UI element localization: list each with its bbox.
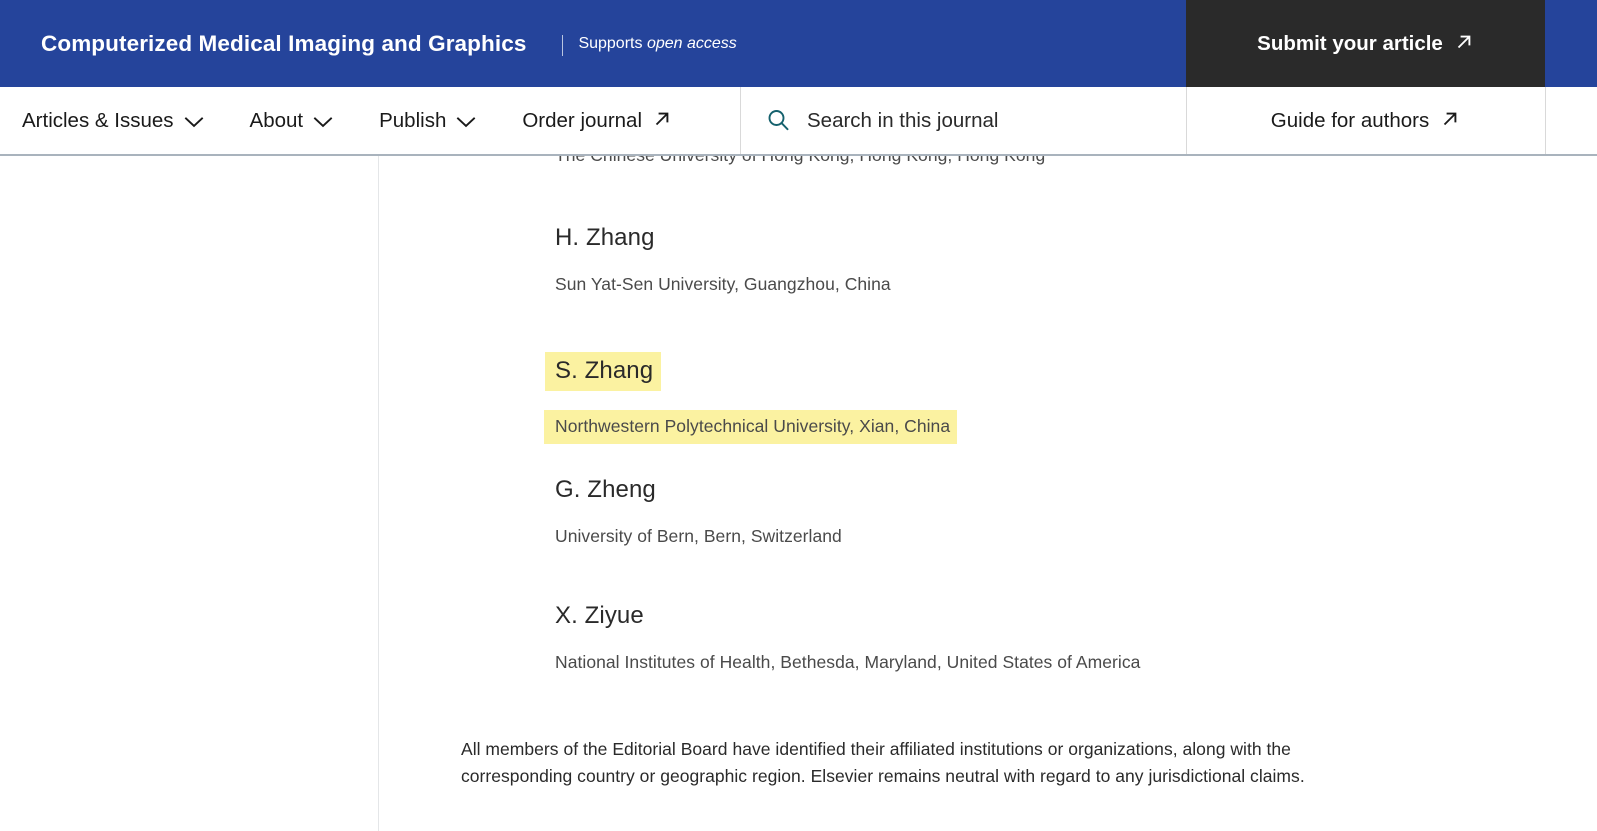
editorial-board-member: X. Ziyue National Institutes of Health, …: [555, 604, 1140, 672]
journal-search-box[interactable]: [740, 87, 1186, 154]
member-affiliation: University of Bern, Bern, Switzerland: [555, 526, 842, 546]
nav-item-label: Publish: [379, 108, 447, 132]
journal-navigation-bar: Articles & Issues About Publish Order jo…: [0, 87, 1597, 156]
header-divider: [562, 35, 564, 56]
supports-label: Supports: [578, 34, 643, 52]
editorial-board-member: H. Zhang Sun Yat-Sen University, Guangzh…: [555, 226, 891, 294]
member-affiliation: Sun Yat-Sen University, Guangzhou, China: [555, 274, 891, 294]
member-name-highlight-wrapper: S. Zhang: [545, 352, 957, 391]
editorial-board-member-highlighted: S. Zhang Northwestern Polytechnical Univ…: [544, 352, 958, 444]
guide-for-authors-label: Guide for authors: [1270, 108, 1430, 132]
member-name: G. Zheng: [555, 476, 656, 503]
arrow-up-right-icon: [1454, 32, 1474, 58]
member-name: X. Ziyue: [555, 602, 644, 629]
open-access-label: open access: [646, 34, 737, 52]
chevron-down-icon: [184, 111, 204, 135]
clipped-affiliation-text: The Chinese University of Hong Kong, Hon…: [555, 156, 1045, 166]
member-affiliation: Northwestern Polytechnical University, X…: [544, 410, 958, 444]
open-access-note: Supports open access: [578, 35, 736, 53]
submit-your-article-button[interactable]: Submit your article: [1186, 0, 1545, 87]
member-name: H. Zhang: [555, 224, 655, 251]
search-icon: [766, 108, 791, 133]
nav-item-order-journal[interactable]: Order journal: [522, 87, 672, 154]
nav-divider-far-right: [1545, 87, 1546, 154]
member-affiliation-highlight-wrapper: Northwestern Polytechnical University, X…: [544, 410, 958, 444]
editorial-board-member: G. Zheng University of Bern, Bern, Switz…: [555, 478, 842, 546]
journal-editorial-board-page: Computerized Medical Imaging and Graphic…: [0, 0, 1597, 831]
chevron-down-icon: [456, 111, 476, 135]
editorial-board-disclaimer: All members of the Editorial Board have …: [461, 739, 1305, 786]
submit-button-label: Submit your article: [1257, 31, 1443, 55]
nav-item-about[interactable]: About: [250, 87, 334, 154]
nav-item-publish[interactable]: Publish: [379, 87, 476, 154]
chevron-down-icon: [313, 111, 333, 135]
search-input[interactable]: [807, 108, 1157, 133]
member-name: S. Zhang: [545, 352, 662, 391]
journal-title: Computerized Medical Imaging and Graphic…: [41, 30, 527, 56]
nav-item-articles-and-issues[interactable]: Articles & Issues: [22, 87, 204, 154]
nav-items-group: Articles & Issues About Publish Order jo…: [22, 87, 672, 154]
arrow-up-right-icon: [652, 109, 672, 135]
arrow-up-right-icon: [1440, 109, 1460, 135]
nav-item-label: Order journal: [522, 108, 642, 132]
guide-for-authors-link[interactable]: Guide for authors: [1186, 87, 1545, 154]
member-affiliation: National Institutes of Health, Bethesda,…: [555, 652, 1141, 672]
journal-header-content: Computerized Medical Imaging and Graphic…: [41, 0, 737, 87]
editorial-board-content: The Chinese University of Hong Kong, Hon…: [0, 156, 1597, 831]
content-column-rule: [378, 156, 379, 831]
nav-item-label: Articles & Issues: [22, 108, 174, 132]
nav-item-label: About: [249, 108, 304, 132]
